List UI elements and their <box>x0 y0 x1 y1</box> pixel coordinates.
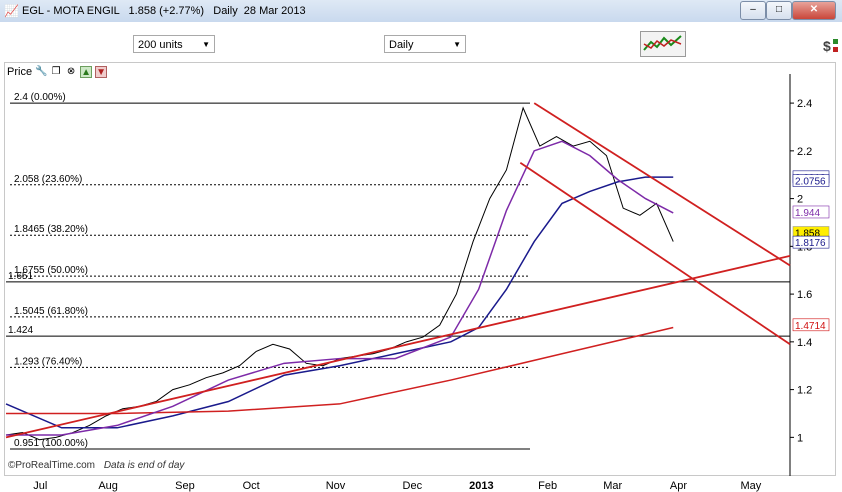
footer-brand: ©ProRealTime.com <box>8 460 96 471</box>
fibonacci-level-label: 1.5045 (61.80%) <box>14 306 88 317</box>
footer-note: Data is end of day <box>103 460 185 471</box>
x-tick-label: Jul <box>33 480 47 492</box>
fibonacci-level-label: 0.951 (100.00%) <box>14 438 88 449</box>
fibonacci-level-label: 1.8465 (38.20%) <box>14 224 88 235</box>
price-tag-label: 2.0756 <box>795 177 826 188</box>
series-line <box>5 106 674 441</box>
x-tick-label: 2013 <box>469 480 493 492</box>
y-tick-label: 1.6 <box>797 289 812 301</box>
footer: ©ProRealTime.com Data is end of day <box>8 460 184 471</box>
y-tick-label: 2.4 <box>797 98 812 110</box>
trendline <box>533 102 791 267</box>
fibonacci-level-label: 2.058 (23.60%) <box>14 174 82 185</box>
x-tick-label: Feb <box>538 480 557 492</box>
fibonacci-level-label: 2.4 (0.00%) <box>14 92 66 103</box>
price-tag-label: 1.8176 <box>795 238 826 249</box>
x-tick-label: Aug <box>98 480 118 492</box>
x-tick-label: Oct <box>243 480 260 492</box>
price-chart: 2.42.221.81.61.41.21JulAugSepOctNovDec20… <box>5 74 830 492</box>
horizontal-level-label: 1.424 <box>8 325 33 336</box>
x-tick-label: Apr <box>670 480 687 492</box>
x-tick-label: Dec <box>403 480 423 492</box>
y-tick-label: 1.4 <box>797 337 812 349</box>
y-tick-label: 1 <box>797 432 803 444</box>
y-tick-label: 1.2 <box>797 385 812 397</box>
x-tick-label: May <box>740 480 761 492</box>
horizontal-level-label: 1.651 <box>8 271 33 282</box>
fibonacci-level-label: 1.293 (76.40%) <box>14 356 82 367</box>
x-tick-label: Nov <box>326 480 346 492</box>
trendline <box>5 255 791 439</box>
y-tick-label: 2.2 <box>797 146 812 158</box>
series-line <box>6 140 674 436</box>
series-line <box>6 326 674 415</box>
price-tag-label: 1.944 <box>795 208 820 219</box>
x-tick-label: Sep <box>175 480 195 492</box>
price-tag-label: 1.4714 <box>795 321 826 332</box>
series-line <box>5 176 674 429</box>
y-tick-label: 2 <box>797 194 803 206</box>
trendline <box>519 162 791 345</box>
x-tick-label: Mar <box>603 480 622 492</box>
